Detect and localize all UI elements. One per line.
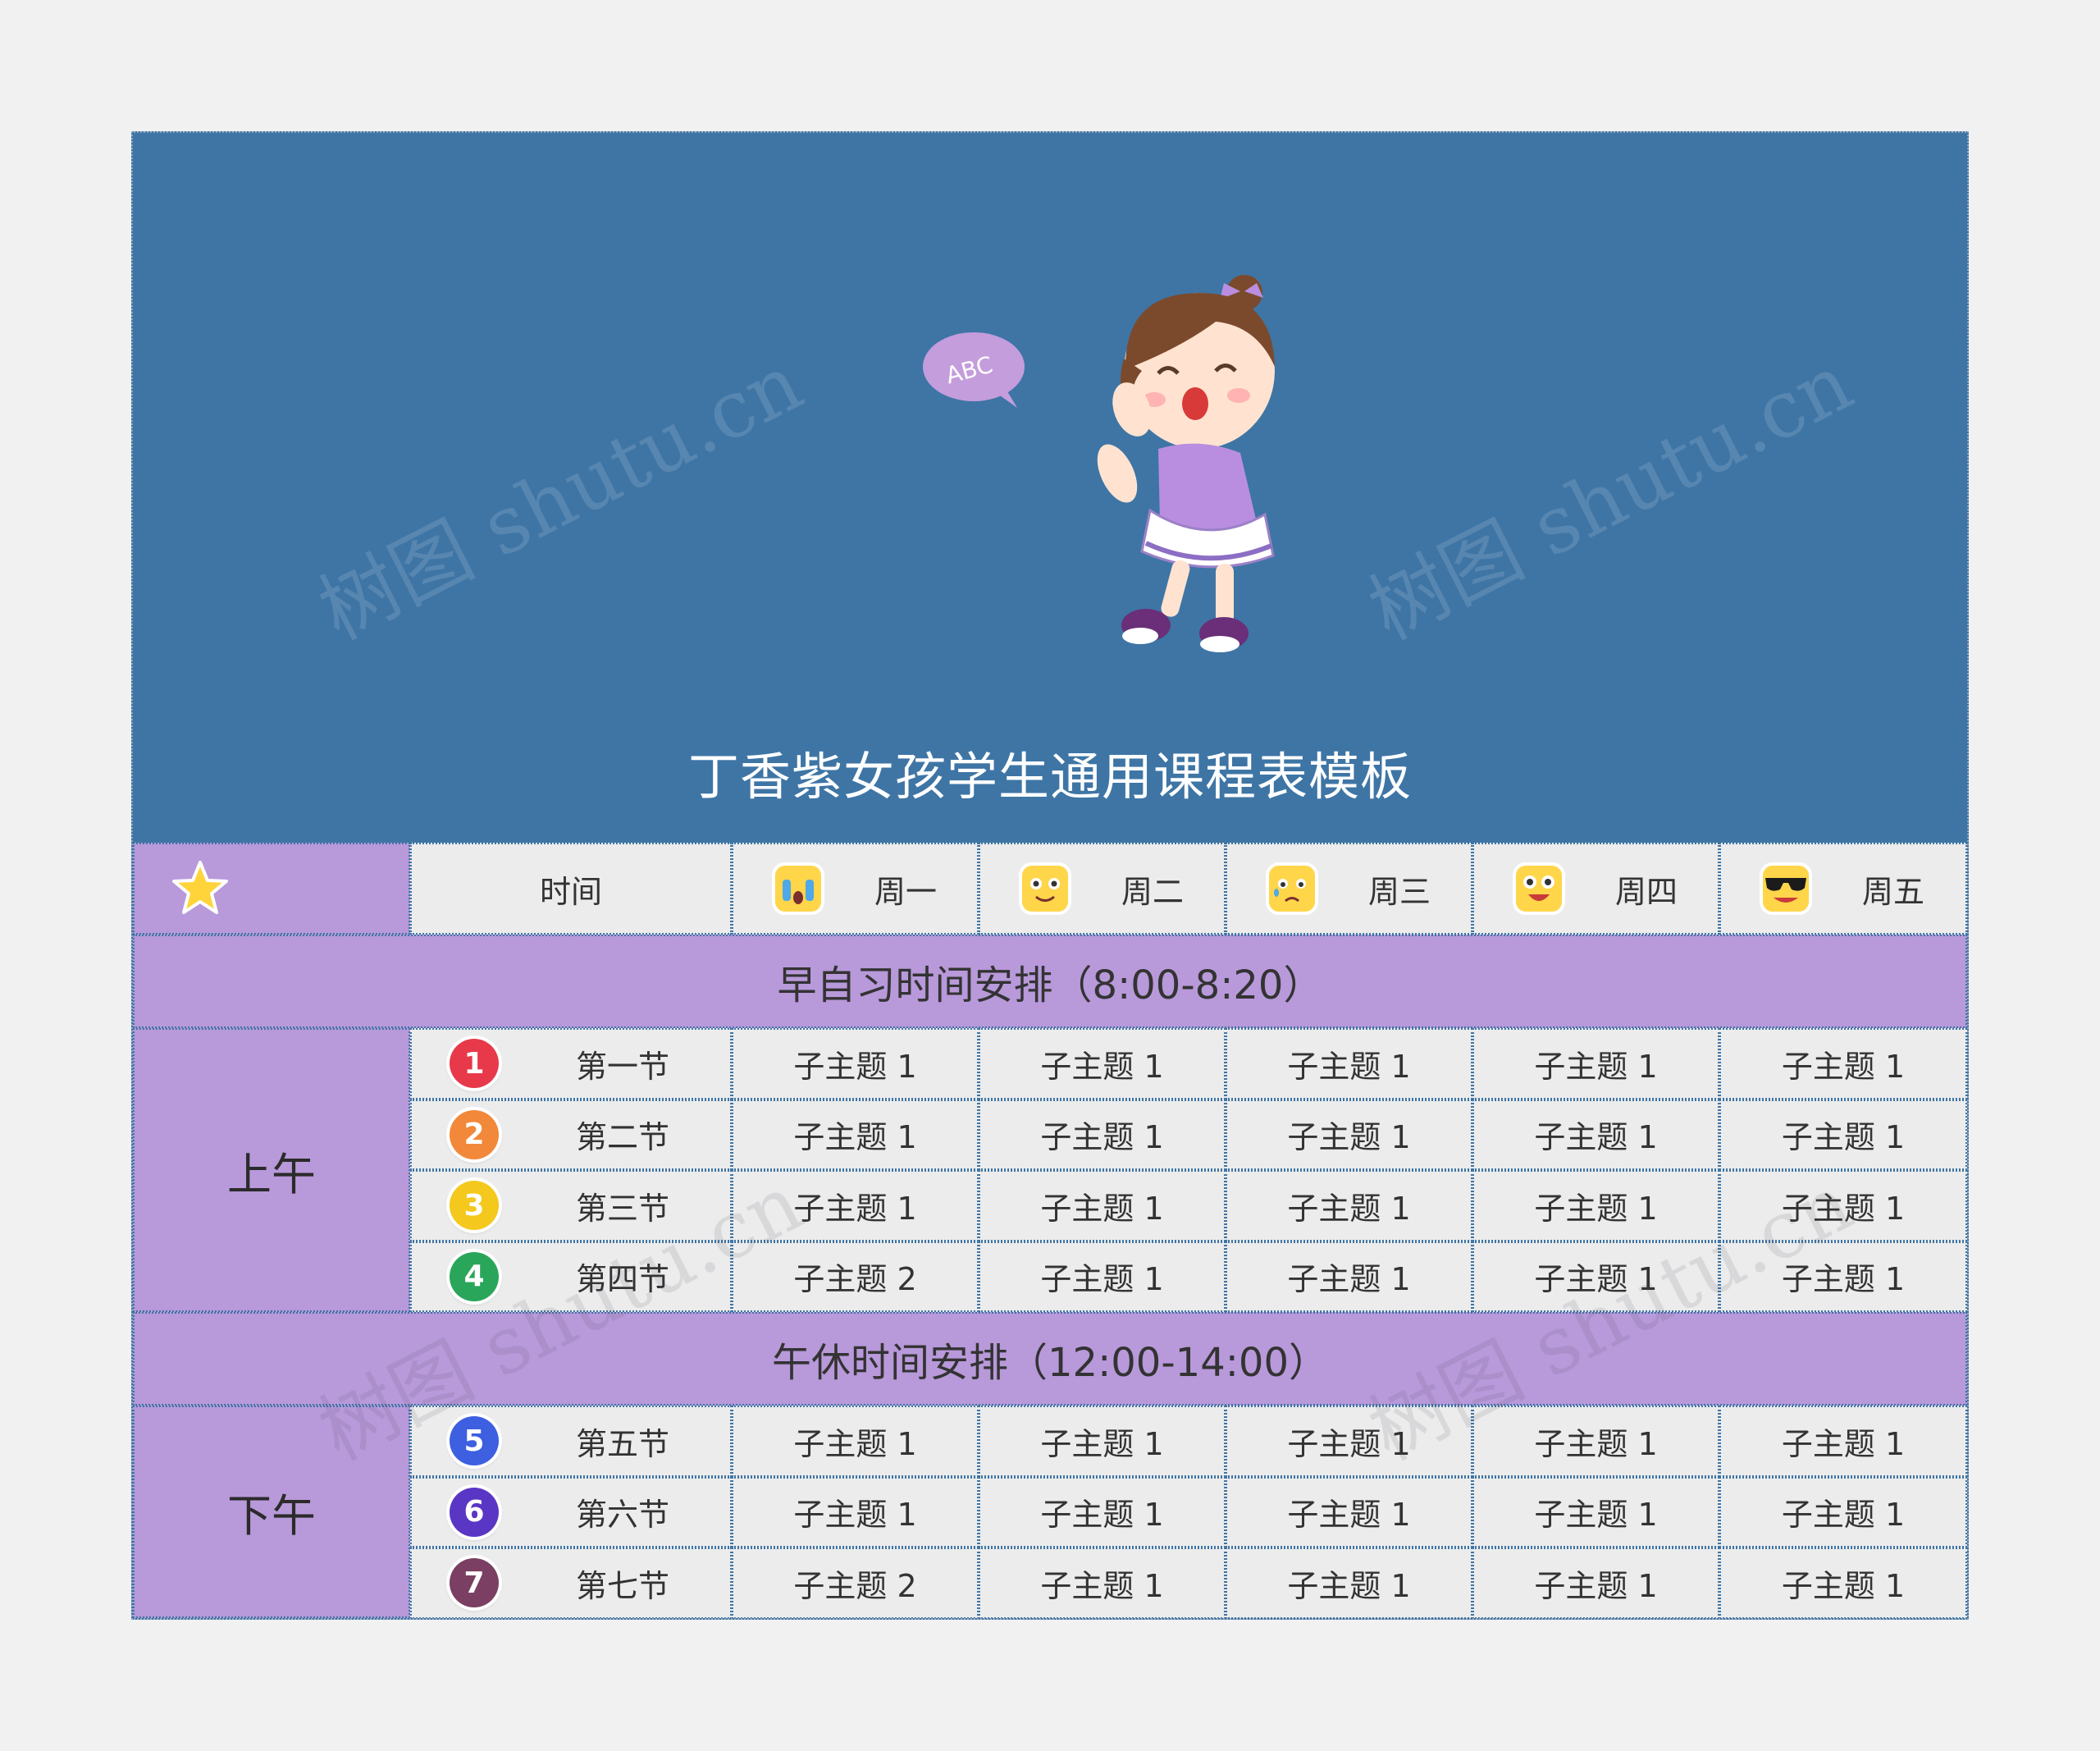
subject-cell[interactable]: 子主题 1 bbox=[1719, 1241, 1967, 1312]
subject-cell[interactable]: 子主题 2 bbox=[732, 1241, 979, 1312]
subject-cell[interactable]: 子主题 1 bbox=[979, 1241, 1226, 1312]
speech-bubble-icon: ABC bbox=[923, 332, 1025, 408]
table-row: 1 第一节 子主题 1 子主题 1 子主题 1 子主题 1 子主题 1 bbox=[133, 1028, 1967, 1100]
lesson-number-badge: 3 bbox=[450, 1181, 499, 1231]
lesson-cell: 1 第一节 bbox=[410, 1028, 732, 1100]
subject-cell[interactable]: 子主题 1 bbox=[979, 1170, 1226, 1241]
girl-illustration: ABC bbox=[923, 275, 1275, 652]
subject-cell[interactable]: 子主题 1 bbox=[732, 1406, 979, 1477]
morning-band: 早自习时间安排（8:00-8:20） bbox=[133, 935, 1967, 1028]
time-header: 时间 bbox=[410, 843, 732, 935]
subject-cell[interactable]: 子主题 1 bbox=[979, 1028, 1226, 1100]
lesson-cell: 3 第三节 bbox=[410, 1170, 732, 1241]
subject-cell[interactable]: 子主题 1 bbox=[1472, 1241, 1719, 1312]
day-label-tue: 周二 bbox=[1121, 873, 1185, 910]
day-label-mon: 周一 bbox=[874, 873, 938, 910]
crying-face-icon bbox=[772, 862, 824, 915]
table-row: 5 第五节 子主题 1 子主题 1 子主题 1 子主题 1 子主题 1 bbox=[133, 1406, 1967, 1477]
star-icon bbox=[172, 861, 228, 914]
table-row: 3 第三节 子主题 1 子主题 1 子主题 1 子主题 1 子主题 1 bbox=[133, 1170, 1967, 1241]
subject-cell[interactable]: 子主题 1 bbox=[1719, 1476, 1967, 1548]
subject-cell[interactable]: 子主题 1 bbox=[979, 1406, 1226, 1477]
lesson-cell: 6 第六节 bbox=[410, 1476, 732, 1548]
table-row: 2 第二节 子主题 1 子主题 1 子主题 1 子主题 1 子主题 1 bbox=[133, 1099, 1967, 1170]
subject-cell[interactable]: 子主题 1 bbox=[1226, 1241, 1472, 1312]
subject-cell[interactable]: 子主题 1 bbox=[1472, 1099, 1719, 1170]
lesson-number-badge: 2 bbox=[450, 1109, 499, 1159]
header-row: 时间 周一 周二 周三 周四 周五 bbox=[133, 843, 1967, 935]
subject-cell[interactable]: 子主题 1 bbox=[1226, 1028, 1472, 1100]
table-row: 6 第六节 子主题 1 子主题 1 子主题 1 子主题 1 子主题 1 bbox=[133, 1476, 1967, 1548]
lesson-label: 第七节 bbox=[576, 1567, 670, 1604]
subject-cell[interactable]: 子主题 1 bbox=[979, 1548, 1226, 1618]
lesson-cell: 7 第七节 bbox=[410, 1548, 732, 1618]
page-title: 丁香紫女孩学生通用课程表模板 bbox=[687, 747, 1412, 807]
subject-cell[interactable]: 子主题 1 bbox=[979, 1099, 1226, 1170]
schedule-sheet: ABC 丁香紫女孩学生通用课程表模板 时间 周一 周二 周三 周四 周五 早自习… bbox=[131, 131, 1969, 1620]
table-row: 7 第七节 子主题 2 子主题 1 子主题 1 子主题 1 子主题 1 bbox=[133, 1548, 1967, 1618]
subject-cell[interactable]: 子主题 1 bbox=[1472, 1476, 1719, 1548]
lesson-number-badge: 5 bbox=[450, 1416, 499, 1466]
header-banner: ABC 丁香紫女孩学生通用课程表模板 bbox=[133, 133, 1967, 843]
subject-cell[interactable]: 子主题 1 bbox=[732, 1476, 979, 1548]
happy-face-icon bbox=[1513, 862, 1565, 915]
noon-band: 午休时间安排（12:00-14:00） bbox=[133, 1312, 1967, 1406]
subject-cell[interactable]: 子主题 1 bbox=[732, 1028, 979, 1100]
lesson-number-badge: 1 bbox=[450, 1039, 499, 1089]
subject-cell[interactable]: 子主题 1 bbox=[1719, 1406, 1967, 1477]
day-header-mon: 周一 bbox=[732, 843, 979, 935]
subject-cell[interactable]: 子主题 1 bbox=[1472, 1028, 1719, 1100]
lesson-cell: 2 第二节 bbox=[410, 1099, 732, 1170]
subject-cell[interactable]: 子主题 1 bbox=[1719, 1170, 1967, 1241]
lesson-cell: 5 第五节 bbox=[410, 1406, 732, 1477]
subject-cell[interactable]: 子主题 1 bbox=[1472, 1406, 1719, 1477]
subject-cell[interactable]: 子主题 1 bbox=[1226, 1099, 1472, 1170]
subject-cell[interactable]: 子主题 1 bbox=[732, 1099, 979, 1170]
lesson-number-badge: 4 bbox=[450, 1251, 499, 1301]
corner-cell bbox=[133, 843, 410, 935]
subject-cell[interactable]: 子主题 1 bbox=[1719, 1099, 1967, 1170]
lesson-label: 第五节 bbox=[576, 1425, 670, 1462]
day-header-thu: 周四 bbox=[1472, 843, 1719, 935]
lesson-label: 第六节 bbox=[576, 1497, 670, 1534]
lesson-label: 第四节 bbox=[576, 1261, 670, 1298]
day-label-wed: 周三 bbox=[1368, 873, 1431, 910]
day-header-wed: 周三 bbox=[1226, 843, 1472, 935]
subject-cell[interactable]: 子主题 1 bbox=[1472, 1170, 1719, 1241]
subject-cell[interactable]: 子主题 1 bbox=[1226, 1406, 1472, 1477]
lesson-label: 第三节 bbox=[576, 1190, 670, 1227]
sunglasses-face-icon bbox=[1760, 862, 1812, 915]
subject-cell[interactable]: 子主题 1 bbox=[1226, 1548, 1472, 1618]
subject-cell[interactable]: 子主题 1 bbox=[1226, 1170, 1472, 1241]
subject-cell[interactable]: 子主题 1 bbox=[1472, 1548, 1719, 1618]
lesson-cell: 4 第四节 bbox=[410, 1241, 732, 1312]
lesson-label: 第二节 bbox=[576, 1119, 670, 1156]
day-header-fri: 周五 bbox=[1719, 843, 1967, 935]
lesson-number-badge: 6 bbox=[450, 1487, 499, 1537]
sad-face-icon bbox=[1266, 862, 1318, 915]
day-label-thu: 周四 bbox=[1615, 873, 1678, 910]
lesson-number-badge: 7 bbox=[450, 1558, 499, 1608]
subject-cell[interactable]: 子主题 1 bbox=[732, 1170, 979, 1241]
day-label-fri: 周五 bbox=[1862, 873, 1925, 910]
subject-cell[interactable]: 子主题 1 bbox=[1719, 1028, 1967, 1100]
table-row: 4 第四节 子主题 2 子主题 1 子主题 1 子主题 1 子主题 1 bbox=[133, 1241, 1967, 1312]
subject-cell[interactable]: 子主题 1 bbox=[1719, 1548, 1967, 1618]
smiling-face-icon bbox=[1019, 862, 1071, 915]
day-header-tue: 周二 bbox=[979, 843, 1226, 935]
lesson-label: 第一节 bbox=[576, 1048, 670, 1085]
subject-cell[interactable]: 子主题 2 bbox=[732, 1548, 979, 1618]
subject-cell[interactable]: 子主题 1 bbox=[1226, 1476, 1472, 1548]
subject-cell[interactable]: 子主题 1 bbox=[979, 1476, 1226, 1548]
